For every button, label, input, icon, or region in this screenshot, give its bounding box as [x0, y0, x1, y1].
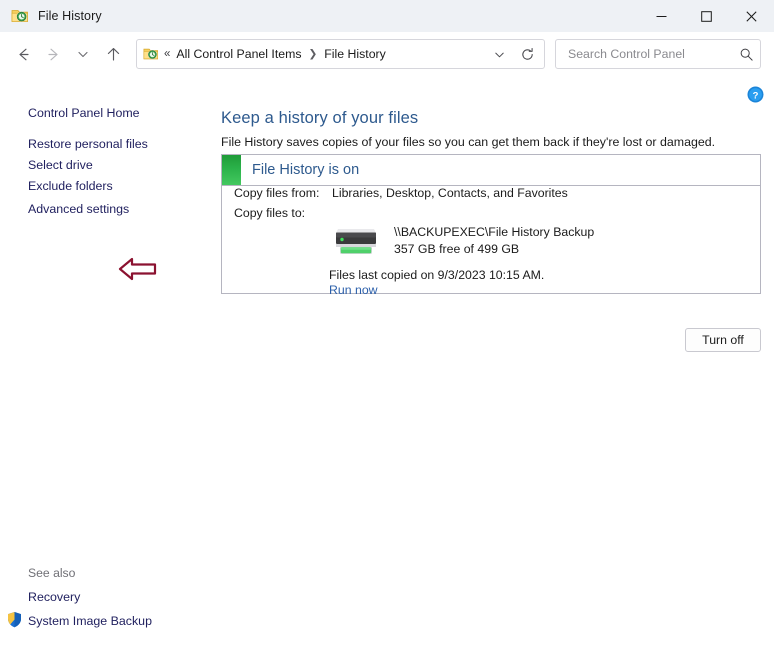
- sidebar-item-select-drive[interactable]: Select drive: [0, 157, 93, 173]
- address-bar[interactable]: « All Control Panel Items ❯ File History: [136, 39, 545, 69]
- sidebar-item-control-panel-home[interactable]: Control Panel Home: [0, 105, 140, 121]
- help-question-icon[interactable]: ?: [747, 86, 764, 103]
- address-file-history-folder-icon: [143, 46, 159, 62]
- file-history-folder-icon: [11, 7, 29, 25]
- navigation-bar: « All Control Panel Items ❯ File History: [0, 32, 774, 76]
- maximize-button[interactable]: [684, 0, 729, 32]
- search-icon[interactable]: [739, 47, 754, 62]
- page-title: Keep a history of your files: [221, 109, 419, 127]
- last-copied-text: Files last copied on 9/3/2023 10:15 AM.: [329, 268, 545, 282]
- status-details: Copy files from: Libraries, Desktop, Con…: [222, 186, 760, 297]
- window-controls: [639, 0, 774, 32]
- see-also-label: See also: [28, 566, 76, 580]
- status-header: File History is on: [222, 155, 760, 186]
- sidebar-item-restore-personal-files[interactable]: Restore personal files: [0, 136, 148, 152]
- back-arrow-icon[interactable]: [8, 39, 38, 69]
- breadcrumb-overflow[interactable]: «: [164, 48, 170, 60]
- copy-files-from-label: Copy files from:: [234, 186, 320, 200]
- sidebar-item-advanced-settings[interactable]: Advanced settings: [0, 201, 129, 217]
- recent-locations-chevron-icon[interactable]: [68, 39, 98, 69]
- backup-target-free-space: 357 GB free of 499 GB: [394, 242, 520, 256]
- page-subtitle: File History saves copies of your files …: [221, 135, 716, 149]
- close-button[interactable]: [729, 0, 774, 32]
- search-box[interactable]: [555, 39, 761, 69]
- sidebar-item-system-image-backup[interactable]: System Image Backup: [0, 613, 152, 629]
- external-hard-drive-icon: [332, 220, 380, 260]
- breadcrumb-segment-file-history[interactable]: File History: [323, 45, 387, 63]
- minimize-button[interactable]: [639, 0, 684, 32]
- main-pane: ? Keep a history of your files File Hist…: [205, 76, 774, 650]
- up-arrow-icon[interactable]: [98, 39, 128, 69]
- content-area: Control Panel Home Restore personal file…: [0, 76, 774, 650]
- annotation-left-pointing-arrow-icon: [118, 254, 158, 284]
- title-bar: File History: [0, 0, 774, 32]
- forward-arrow-icon[interactable]: [38, 39, 68, 69]
- window-title: File History: [38, 9, 102, 23]
- left-navigation-pane: Control Panel Home Restore personal file…: [0, 76, 205, 650]
- chevron-down-icon[interactable]: [486, 41, 512, 67]
- copy-files-from-value: Libraries, Desktop, Contacts, and Favori…: [332, 186, 568, 200]
- run-now-link[interactable]: Run now: [329, 283, 378, 297]
- breadcrumb-separator[interactable]: ❯: [308, 48, 317, 60]
- search-input[interactable]: [566, 46, 739, 62]
- breadcrumb-segment-all-control-panel-items[interactable]: All Control Panel Items: [175, 45, 302, 63]
- svg-text:?: ?: [753, 90, 759, 101]
- status-badge: File History is on: [252, 162, 360, 178]
- sidebar-item-recovery[interactable]: Recovery: [0, 589, 80, 605]
- refresh-icon[interactable]: [512, 41, 542, 67]
- backup-target-name: \\BACKUPEXEC\File History Backup: [394, 225, 595, 239]
- status-indicator-swatch: [222, 155, 241, 185]
- copy-files-to-label: Copy files to:: [234, 206, 306, 220]
- turn-off-button[interactable]: Turn off: [685, 328, 761, 352]
- sidebar-item-exclude-folders[interactable]: Exclude folders: [0, 178, 113, 194]
- file-history-status-panel: File History is on Copy files from: Libr…: [221, 154, 761, 297]
